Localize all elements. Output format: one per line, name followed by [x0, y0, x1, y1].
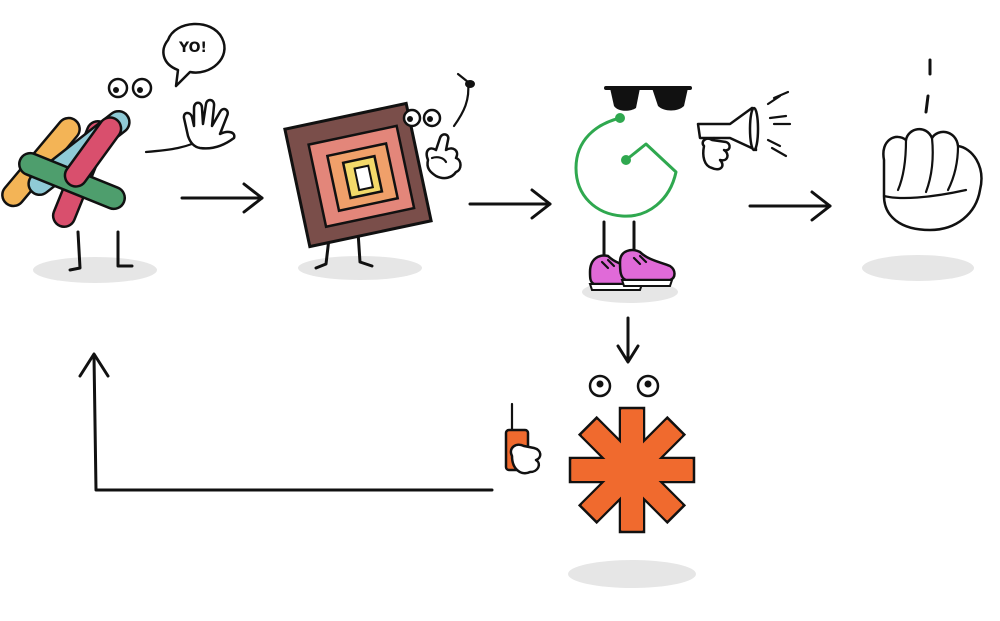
hash-shadow: [33, 257, 157, 283]
arrow-asterisk-to-hash: [78, 352, 494, 492]
waving-hand-icon: [182, 98, 236, 150]
asterisk-eyes: [588, 374, 660, 398]
hash-character: YO!: [1, 22, 236, 283]
speech-bubble-text: YO!: [178, 40, 207, 56]
fist-icon: [882, 128, 983, 232]
hash-icon: [1, 109, 131, 228]
megaphone-icon: [696, 90, 792, 171]
arrow-g-to-fist: [748, 190, 832, 222]
snapping-hand-icon: [425, 133, 462, 180]
arrow-hash-to-square: [180, 182, 264, 214]
arrow-square-to-g: [468, 188, 552, 220]
asterisk-icon: [568, 406, 696, 534]
green-g-character: [574, 86, 792, 303]
speech-bubble: YO!: [162, 22, 226, 88]
nested-square-character: [283, 72, 475, 280]
music-note-icon: [452, 72, 475, 128]
diagram-canvas: YO!: [1, 22, 983, 588]
orange-asterisk-character: [504, 374, 696, 588]
g-dot-top: [615, 113, 625, 123]
flow-diagram: YO!: [0, 0, 1000, 621]
arrow-g-to-asterisk: [616, 316, 640, 364]
asterisk-shadow: [568, 560, 696, 588]
fist-shadow: [862, 255, 974, 281]
green-g-icon: [574, 116, 678, 218]
exclamation-mark: [924, 58, 932, 114]
sneakers-icon: [588, 248, 676, 291]
square-eyes: [402, 108, 442, 128]
fist-character: [862, 58, 983, 281]
hash-eyes: [107, 77, 153, 99]
walkie-talkie-icon: [504, 402, 542, 475]
g-dot-center: [621, 155, 631, 165]
sunglasses-icon: [604, 86, 692, 111]
